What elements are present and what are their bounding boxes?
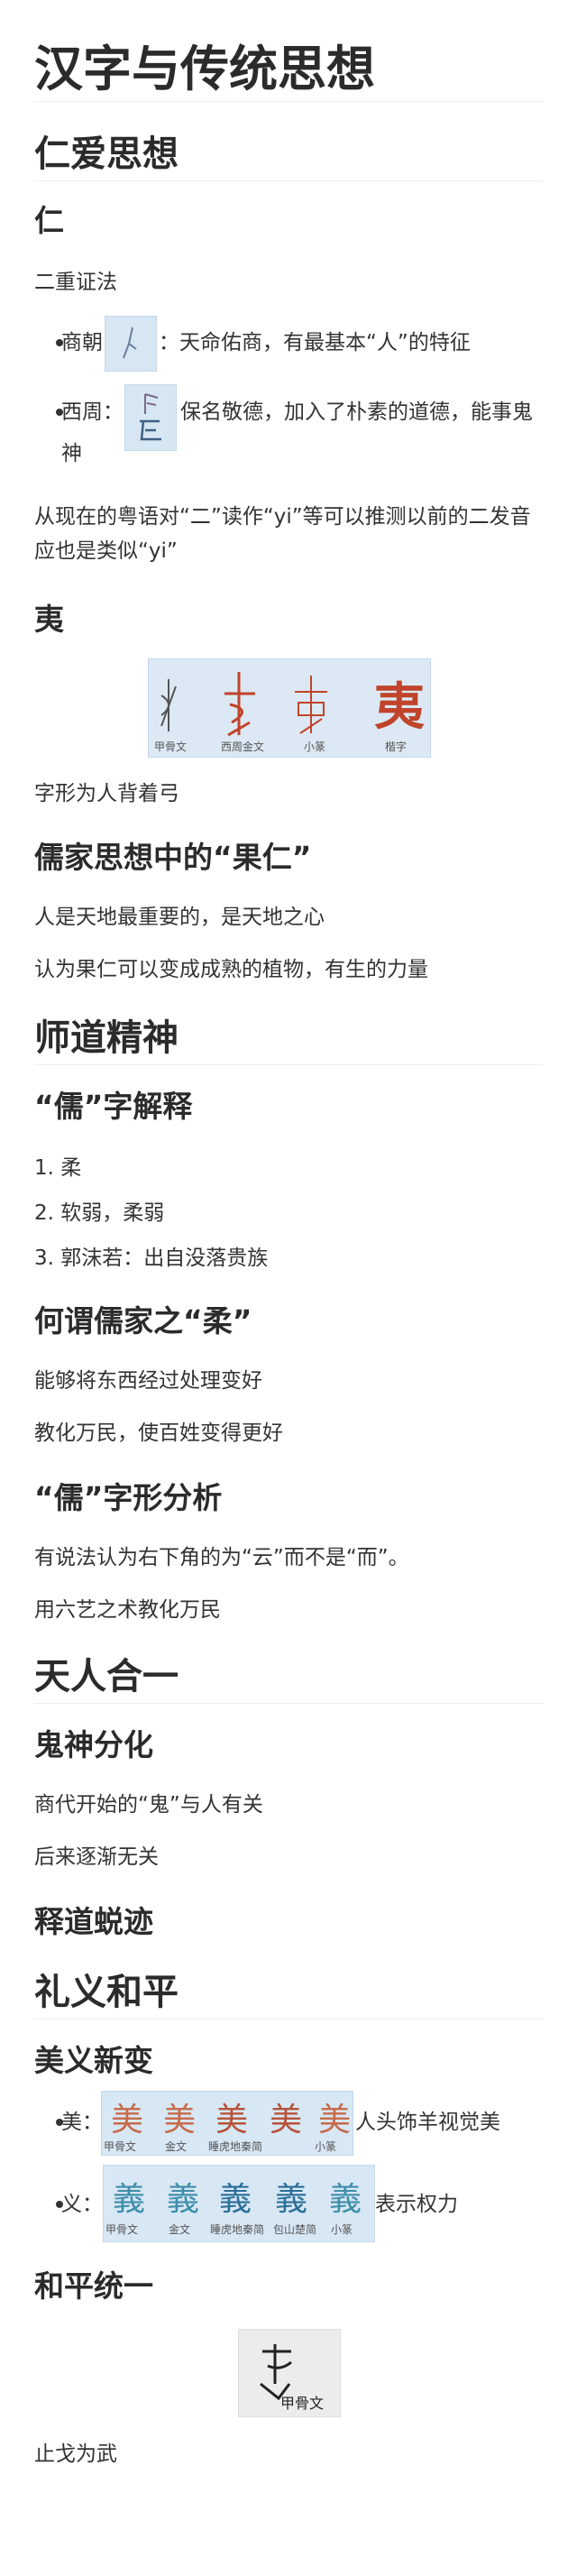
yi-glyph-2: 義 [167,2181,200,2218]
mei-text: 人头饰羊视觉美 [355,2111,500,2134]
heading-ren: 仁 [34,203,64,238]
yi-caption-2: 金文 [169,2223,191,2236]
rou-line1: 能够将东西经过处理变好 [34,1369,262,1393]
page-title: 汉字与传统思想 [34,38,543,102]
heading-rou: 何谓儒家之“柔” [34,1303,252,1339]
list-item-1: 1. 柔 [34,1156,82,1180]
yi-glyph-5: 義 [329,2181,362,2218]
yi-desc: 字形为人背着弓 [34,782,179,805]
heading-meiyi: 美义新变 [34,2043,153,2078]
yi-caption-5: 小篆 [331,2223,353,2236]
yi-kaishu-glyph: 夷 [374,677,425,737]
yi-text: 表示权力 [375,2193,458,2216]
ren-intro: 二重证法 [34,271,117,294]
mei-caption-1: 甲骨文 [104,2140,137,2153]
ru-shape-line1: 有说法认为右下角的为“云”而不是“而”。 [34,1546,409,1569]
mei-glyph-2: 美 [163,2102,197,2139]
yi-evolution-image: 夷 甲骨文 西周金文 小篆 楷字 [148,658,431,758]
yi-caption-4: 楷字 [385,741,408,753]
yi-caption-2: 西周金文 [221,741,265,753]
mei-glyph-3: 美 [215,2102,249,2139]
yi-caption-3: 睡虎地秦简 [210,2223,265,2236]
mei-caption-3: 睡虎地秦简 [208,2140,263,2153]
guishen-line2: 后来逐渐无关 [34,1845,159,1869]
heading-ru: “儒”字解释 [34,1089,193,1124]
list-item-3: 3. 郭沫若：出自没落贵族 [34,1247,269,1270]
mei-caption-4: 小篆 [315,2140,337,2153]
list-item-2: 2. 软弱，柔弱 [34,1201,165,1225]
guoren-line2: 认为果仁可以变成成熟的植物，有生的力量 [34,958,428,981]
heading-ru-shape: “儒”字形分析 [34,1480,223,1515]
guishen-line1: 商代开始的“鬼”与人有关 [34,1793,263,1817]
mei-evolution-image: 美 美 美 美 美 甲骨文 金文 睡虎地秦简 小篆 [101,2091,353,2156]
heading-heping: 和平统一 [34,2268,153,2304]
yi-meaning-evolution-image: 義 義 義 義 義 甲骨文 金文 睡虎地秦简 包山楚简 小篆 [103,2165,375,2242]
section-heading-tianren: 天人合一 [34,1647,543,1704]
yi-caption-3: 小篆 [304,741,326,753]
yi-glyph-1: 義 [113,2181,146,2218]
heping-desc: 止戈为武 [34,2443,117,2466]
mei-caption-2: 金文 [165,2140,188,2153]
ru-shape-line2: 用六艺之术教化万民 [34,1598,221,1622]
mei-glyph-1: 美 [111,2102,144,2139]
yi-caption-4: 包山楚简 [273,2223,317,2236]
section-heading-liyi: 礼义和平 [34,1963,543,2019]
oracle-ren-glyph [123,327,137,359]
yi-caption-1: 甲骨文 [105,2223,139,2236]
section-heading-shidao: 师道精神 [34,1008,543,1065]
wu-caption: 甲骨文 [280,2395,325,2412]
heading-guoren: 儒家思想中的“果仁” [34,840,312,875]
yi-glyph-4: 義 [275,2181,308,2218]
yi-glyph-3: 義 [219,2181,252,2218]
section-heading-renai: 仁爱思想 [34,124,543,181]
heading-yi: 夷 [34,602,64,637]
ren-xizhou-text-cont: 神 [61,442,82,465]
oracle-ren-shang-image [105,316,157,372]
mei-glyph-4: 美 [270,2102,303,2139]
guoren-line1: 人是天地最重要的，是天地之心 [34,906,325,929]
ren-shang-text: ：天命佑商，有最基本“人”的特征 [159,331,471,354]
ren-xizhou-text: 保名敬德，加入了朴素的道德，能事鬼 [180,400,533,424]
heading-shidao-trace: 释道蜕迹 [34,1904,153,1939]
ren-note: 从现在的粤语对“二”读作“yi”等可以推测以前的二发音应也是类似“yi” [34,505,531,563]
mei-glyph-5: 美 [318,2102,352,2139]
wu-oracle-image: 甲骨文 [238,2329,341,2417]
yi-caption-1: 甲骨文 [154,741,188,753]
rou-line2: 教化万民，使百姓变得更好 [34,1421,283,1445]
heading-guishen: 鬼神分化 [34,1727,153,1762]
